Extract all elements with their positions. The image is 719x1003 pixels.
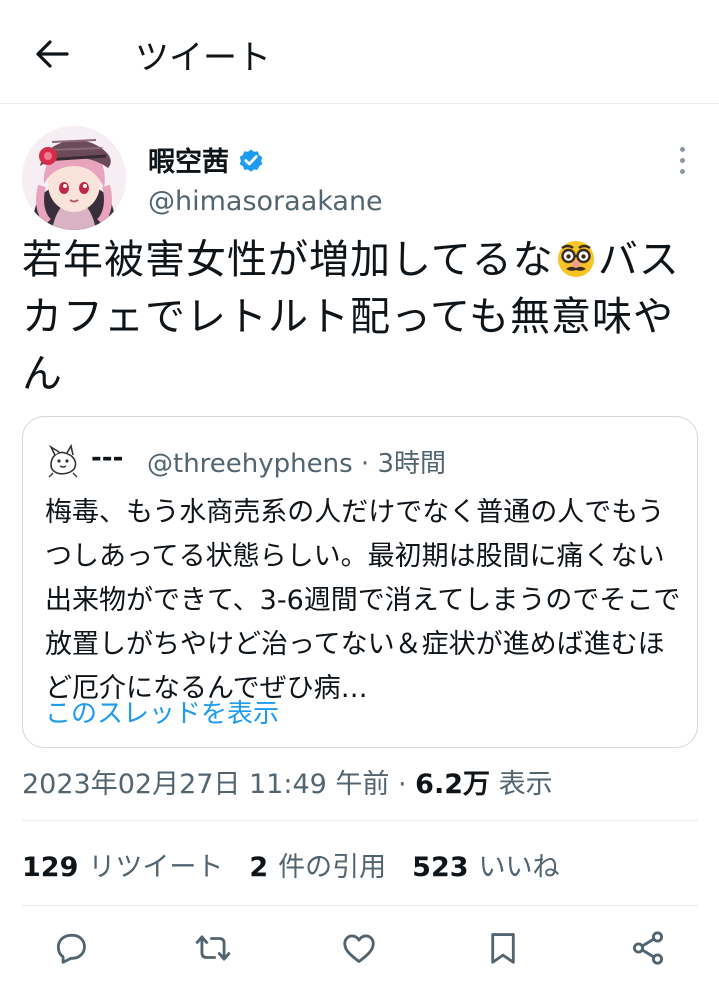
- share-icon: [632, 931, 664, 965]
- author-display-name[interactable]: 暇空茜: [148, 140, 265, 179]
- author-avatar[interactable]: [22, 126, 126, 230]
- author-handle[interactable]: @himasoraakane: [148, 186, 383, 217]
- heart-icon: [343, 934, 375, 963]
- tweet-detail-page: ツイート 暇空茜 @himasoraakane 若年被害女性が増加してるな バス…: [0, 0, 719, 1003]
- likes-stat[interactable]: 523 いいね: [412, 845, 559, 884]
- likes-label: いいね: [478, 852, 560, 883]
- verified-badge-icon: [239, 149, 263, 172]
- back-button[interactable]: [30, 32, 74, 76]
- show-thread-link[interactable]: このスレッドを表示: [45, 693, 279, 730]
- disguised-face-emoji: [557, 241, 594, 277]
- like-button[interactable]: [336, 925, 382, 971]
- header-divider: [0, 103, 719, 104]
- meta-divider: [22, 820, 698, 821]
- tweet-datetime[interactable]: 2023年02月27日 11:49 午前 ·: [22, 769, 415, 800]
- more-dot-icon: [679, 168, 685, 174]
- quotes-label: 件の引用: [278, 852, 387, 883]
- more-dot-icon: [679, 157, 685, 163]
- page-title: ツイート: [135, 38, 271, 78]
- action-bar: [0, 925, 719, 975]
- reply-button[interactable]: [48, 925, 94, 971]
- top-bar: ツイート: [0, 0, 719, 104]
- bookmark-icon: [491, 933, 515, 964]
- quote-author-handle-time: @threehyphens · 3時間: [147, 449, 446, 479]
- tweet-text: 若年被害女性が増加してるな バスカフェでレトルト配っても無意味やん: [22, 232, 698, 403]
- quote-author-avatar: [45, 443, 81, 479]
- quote-author-name: ---: [91, 443, 124, 473]
- more-options-button[interactable]: [665, 140, 699, 180]
- retweets-stat[interactable]: 129 リツイート: [22, 845, 223, 884]
- arrow-left-icon: [36, 40, 69, 68]
- retweets-count: 129: [22, 852, 79, 883]
- retweet-icon: [195, 935, 231, 961]
- author-name-text: 暇空茜: [148, 147, 229, 178]
- likes-count: 523: [412, 852, 469, 883]
- engagement-stats: 129 リツイート 2 件の引用 523 いいね: [22, 845, 586, 884]
- quoted-tweet-card[interactable]: --- @threehyphens · 3時間 梅毒、もう水商売系の人だけでなく…: [22, 416, 698, 748]
- tweet-text-part1: 若年被害女性が増加してるな: [22, 237, 554, 283]
- quotes-count: 2: [249, 852, 269, 883]
- quotes-stat[interactable]: 2 件の引用: [249, 845, 386, 884]
- reply-icon: [56, 933, 86, 964]
- bookmark-button[interactable]: [480, 925, 526, 971]
- views-label: 表示: [490, 769, 553, 800]
- avatar-illustration: [22, 126, 126, 230]
- retweet-button[interactable]: [190, 925, 236, 971]
- stats-divider: [22, 905, 698, 906]
- tweet-meta: 2023年02月27日 11:49 午前 · 6.2万 表示: [22, 762, 553, 801]
- views-count: 6.2万: [415, 769, 490, 800]
- more-dot-icon: [679, 146, 685, 152]
- quote-text: 梅毒、もう水商売系の人だけでなく普通の人でもうつしあってる状態らしい。最初期は股…: [45, 497, 681, 704]
- retweets-label: リツイート: [88, 852, 224, 883]
- share-button[interactable]: [625, 925, 671, 971]
